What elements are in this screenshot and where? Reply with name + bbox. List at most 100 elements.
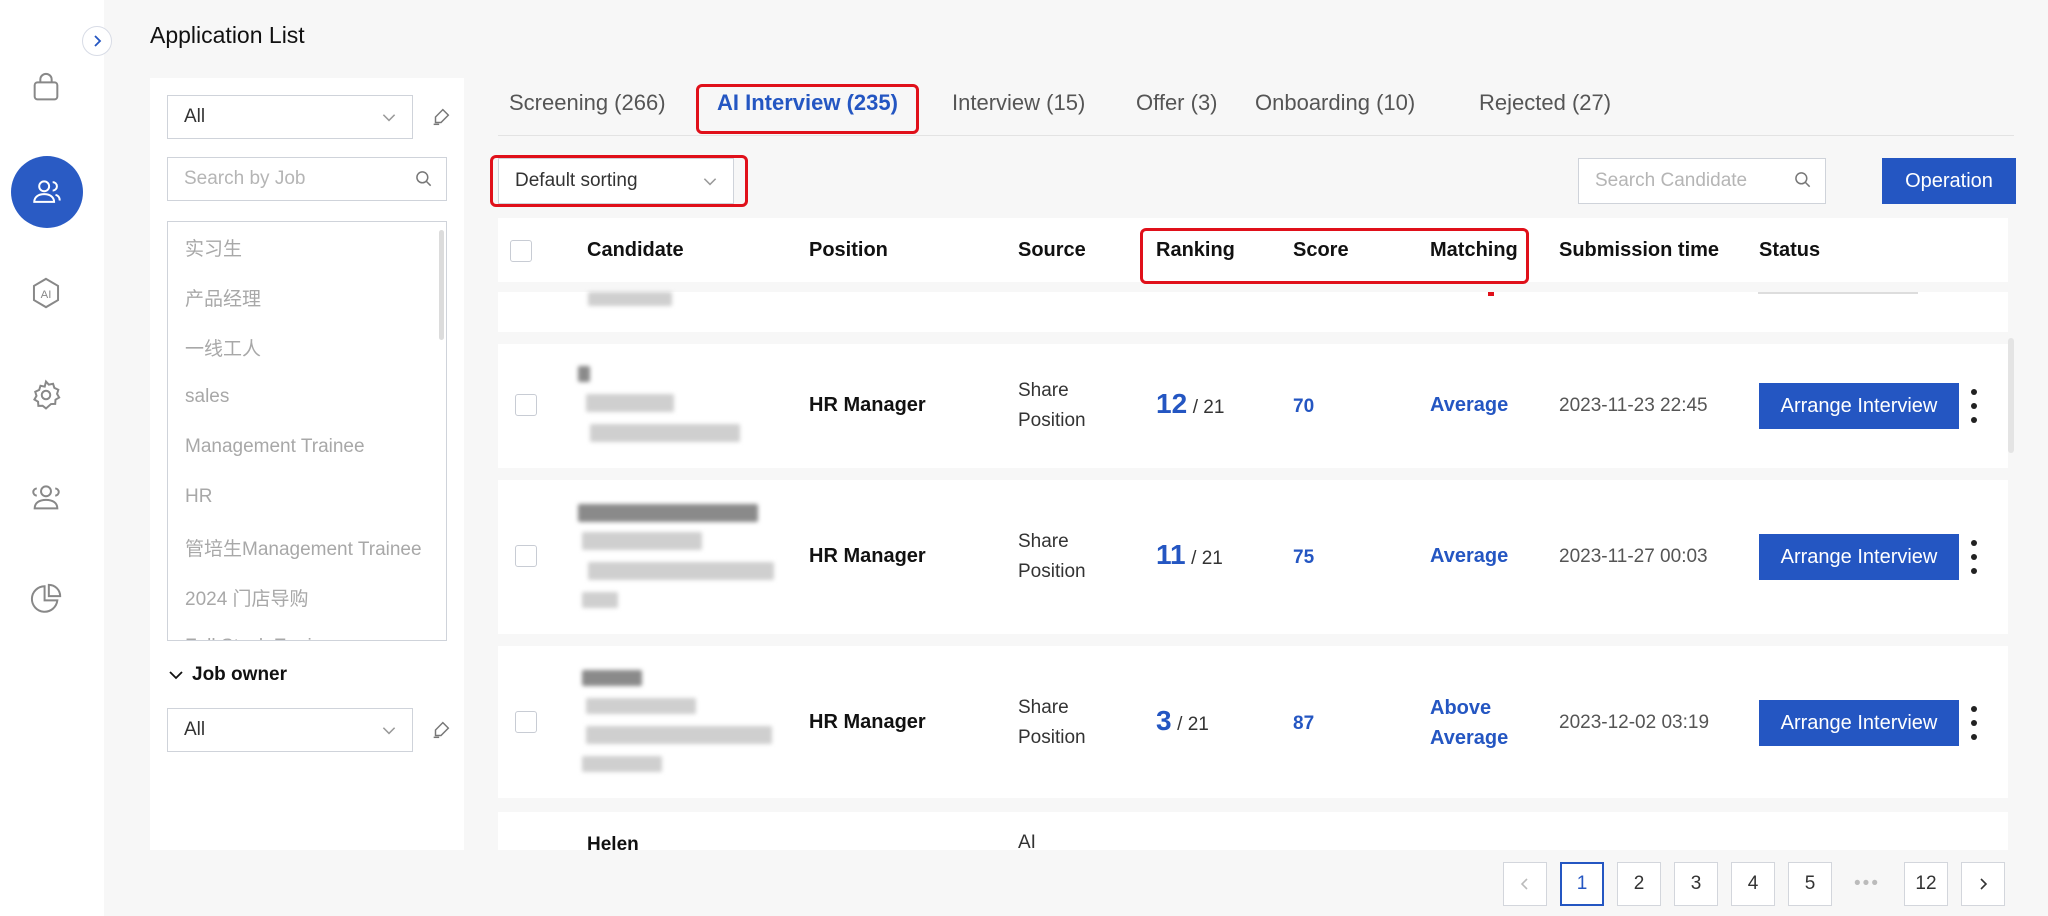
pie-chart-icon[interactable] (26, 579, 66, 619)
row-checkbox[interactable] (515, 394, 537, 416)
redacted-text (590, 424, 740, 442)
matching-cell[interactable]: Average (1430, 723, 1508, 753)
arrange-interview-button[interactable]: Arrange Interview (1759, 534, 1959, 580)
page-ellipsis[interactable]: ••• (1845, 862, 1889, 906)
search-icon[interactable] (414, 169, 434, 189)
sort-select[interactable]: Default sorting (498, 158, 734, 204)
job-owner-label: Job owner (192, 664, 288, 685)
tab-screening[interactable]: Screening (266) (509, 90, 666, 116)
matching-cell[interactable]: Above (1430, 693, 1491, 723)
header-ranking[interactable]: Ranking (1156, 239, 1235, 262)
header-matching[interactable]: Matching (1430, 239, 1518, 262)
header-position[interactable]: Position (809, 239, 888, 262)
job-list-item[interactable]: HR (168, 472, 446, 522)
redacted-text (588, 292, 672, 306)
svg-text:AI: AI (41, 289, 52, 301)
header-source[interactable]: Source (1018, 239, 1086, 262)
select-all-checkbox[interactable] (510, 240, 532, 262)
job-search-input[interactable] (184, 168, 394, 190)
job-owner-toggle[interactable]: Job owner (168, 664, 287, 686)
page-button[interactable]: 1 (1560, 862, 1604, 906)
table-scrollbar[interactable] (2008, 338, 2014, 453)
arrange-interview-button[interactable]: Arrange Interview (1759, 383, 1959, 429)
stage-tabs: Screening (266) AI Interview (235) Inter… (498, 82, 2014, 136)
collapse-sidebar-button[interactable] (82, 26, 112, 56)
job-list-item[interactable]: Management Trainee (168, 422, 446, 472)
filter-panel: All 实习生 产品经理 一线工人 sales Management Train… (150, 78, 464, 850)
status-filter-select[interactable]: All (167, 95, 413, 139)
prev-page-button[interactable] (1503, 862, 1547, 906)
arrange-interview-button[interactable]: Arrange Interview (1759, 700, 1959, 746)
matching-cell[interactable]: Average (1430, 541, 1508, 571)
next-page-button[interactable] (1961, 862, 2005, 906)
rank-value: 12 (1156, 388, 1188, 419)
page-button[interactable]: 5 (1788, 862, 1832, 906)
users-icon[interactable] (11, 156, 83, 228)
page-button[interactable]: 12 (1904, 862, 1948, 906)
redacted-text (586, 726, 772, 744)
table-row[interactable]: HR Manager Share Position 3 / 21 87 Abov… (498, 646, 2008, 798)
candidate-search-wrapper (1578, 158, 1826, 204)
source-cell: Share (1018, 380, 1069, 401)
job-owner-select[interactable]: All (167, 708, 413, 752)
more-options-icon[interactable] (1970, 706, 1978, 740)
rank-value: 3 (1156, 705, 1172, 736)
job-list-item[interactable]: 一线工人 (168, 322, 446, 372)
position-cell: HR Manager (809, 711, 926, 733)
table-row[interactable] (498, 292, 2008, 332)
tab-offer[interactable]: Offer (3) (1136, 90, 1218, 116)
bag-icon[interactable] (26, 68, 66, 108)
job-list-item[interactable]: 产品经理 (168, 272, 446, 322)
job-list[interactable]: 实习生 产品经理 一线工人 sales Management Trainee H… (167, 221, 447, 641)
job-list-item[interactable]: sales (168, 372, 446, 422)
operation-button[interactable]: Operation (1882, 158, 2016, 204)
job-list-item[interactable]: 实习生 (168, 222, 446, 272)
table-row[interactable]: HR Manager Share Position 11 / 21 75 Ave… (498, 480, 2008, 634)
page-button[interactable]: 3 (1674, 862, 1718, 906)
row-checkbox[interactable] (515, 545, 537, 567)
team-icon[interactable] (26, 477, 66, 517)
table-row[interactable]: Helen AI (498, 812, 2008, 850)
job-owner-value: All (184, 719, 206, 740)
more-options-icon[interactable] (1970, 389, 1978, 423)
divider (1758, 292, 1918, 294)
clear-owner-icon[interactable] (430, 719, 452, 741)
candidate-search-input[interactable] (1595, 170, 1779, 192)
job-list-item[interactable]: Full Stack Engineer (168, 622, 446, 640)
settings-icon[interactable] (26, 375, 66, 415)
submission-time-cell: 2023-11-23 22:45 (1559, 395, 1708, 416)
job-search-input-wrapper (167, 157, 447, 201)
rank-value: 11 (1156, 539, 1186, 570)
job-list-item[interactable]: 管培生Management Trainee (168, 522, 446, 572)
row-checkbox[interactable] (515, 711, 537, 733)
ai-icon[interactable]: AI (26, 273, 66, 313)
page-button[interactable]: 2 (1617, 862, 1661, 906)
job-list-scrollbar[interactable] (439, 230, 444, 340)
table-row[interactable]: HR Manager Share Position 12 / 21 70 Ave… (498, 344, 2008, 468)
clear-filter-icon[interactable] (430, 106, 452, 128)
job-list-item[interactable]: 2024 门店导购 (168, 572, 446, 622)
source-cell: AI (1018, 832, 1036, 850)
redacted-text (586, 394, 674, 412)
tab-rejected[interactable]: Rejected (27) (1479, 90, 1611, 116)
ranking-cell: 12 / 21 (1156, 388, 1224, 420)
ranking-cell: 3 / 21 (1156, 705, 1209, 737)
more-options-icon[interactable] (1970, 540, 1978, 574)
header-submission-time[interactable]: Submission time (1559, 239, 1719, 262)
status-filter-value: All (184, 106, 206, 127)
chevron-right-icon (94, 35, 102, 47)
redacted-text (582, 532, 702, 550)
header-status[interactable]: Status (1759, 239, 1820, 262)
redacted-text (578, 504, 758, 522)
matching-cell[interactable]: Average (1430, 390, 1508, 420)
tab-interview[interactable]: Interview (15) (952, 90, 1085, 116)
header-candidate[interactable]: Candidate (587, 239, 684, 262)
tab-onboarding[interactable]: Onboarding (10) (1255, 90, 1415, 116)
sort-value: Default sorting (515, 170, 638, 191)
header-score[interactable]: Score (1293, 239, 1349, 262)
redacted-text (582, 670, 642, 686)
search-icon[interactable] (1793, 170, 1813, 190)
redacted-text (582, 756, 662, 772)
tab-ai-interview[interactable]: AI Interview (235) (717, 90, 898, 116)
page-button[interactable]: 4 (1731, 862, 1775, 906)
